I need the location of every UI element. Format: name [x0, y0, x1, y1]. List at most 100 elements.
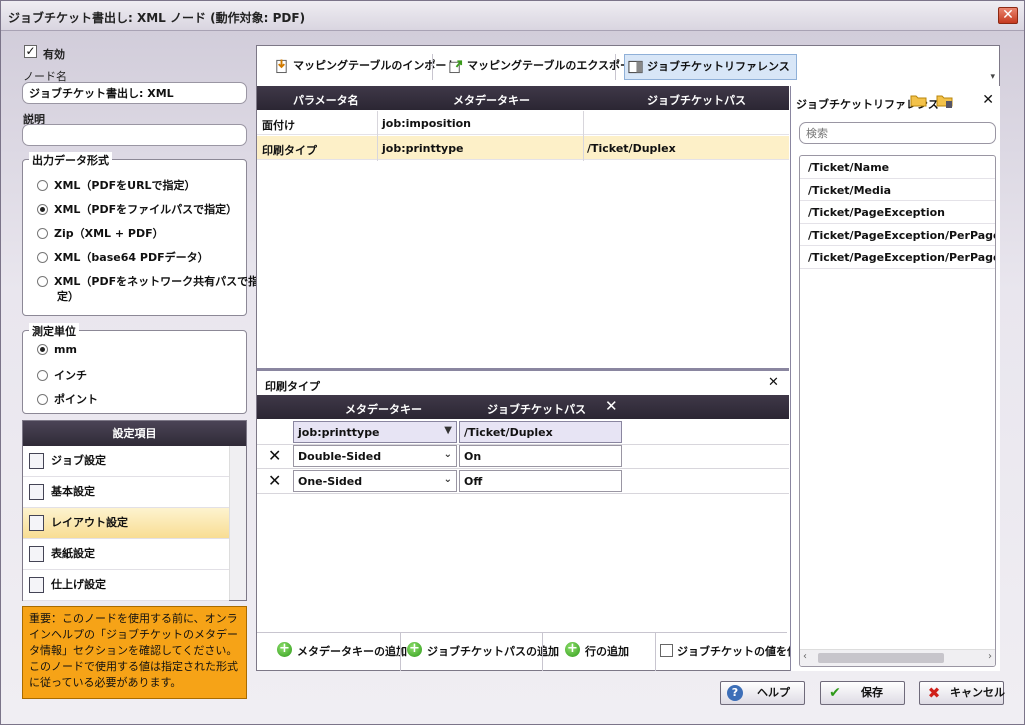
- col-param-name: パラメータ名: [293, 94, 359, 107]
- settings-item-layout[interactable]: レイアウト設定: [23, 508, 229, 539]
- settings-scrollbar[interactable]: [229, 446, 246, 600]
- add-row-button[interactable]: + 行の追加: [565, 642, 629, 659]
- radio-label: XML（base64 PDFデータ）: [54, 251, 209, 264]
- use-ticket-values-checkbox[interactable]: [660, 644, 673, 657]
- field-value: Off: [464, 475, 483, 488]
- row-value-input[interactable]: Off: [459, 470, 622, 492]
- warning-note: 重要：このノードを使用する前に、オンラインヘルプの「ジョブチケットのメタデータ情…: [22, 606, 247, 699]
- field-value: On: [464, 450, 482, 463]
- bar-separator: [400, 633, 401, 671]
- output-format-group: 出力データ形式 XML（PDFをURLで指定） XML（PDFをファイルパスで指…: [22, 152, 259, 316]
- settings-item-finishing[interactable]: 仕上げ設定: [23, 570, 229, 601]
- main-panel: マッピングテーブルのインポート マッピングテーブルのエクスポート ジョブチケット…: [256, 45, 1000, 671]
- settings-header: 設定項目: [23, 421, 246, 446]
- units-title: 測定単位: [29, 323, 79, 339]
- row-key-select[interactable]: Double-Sided ⌄: [293, 445, 457, 467]
- help-icon: ?: [727, 685, 743, 701]
- splitter[interactable]: [257, 368, 789, 371]
- settings-item-job[interactable]: ジョブ設定: [23, 446, 229, 477]
- radio-dot: [37, 344, 48, 355]
- enabled-checkbox[interactable]: ✓: [24, 45, 37, 58]
- close-icon: ✖: [927, 684, 941, 702]
- settings-item-label: 表紙設定: [51, 547, 95, 560]
- radio-dot: [37, 180, 48, 191]
- settings-item-basic[interactable]: 基本設定: [23, 477, 229, 508]
- job-ticket-reference-button[interactable]: ジョブチケットリファレンス: [624, 54, 797, 80]
- button-label: メタデータキーの追加: [297, 645, 407, 658]
- radio-xml-filepath[interactable]: XML（PDFをファイルパスで指定）: [37, 201, 237, 217]
- chevron-down-icon: ⌄: [443, 449, 452, 460]
- scrollbar-thumb[interactable]: [818, 653, 944, 663]
- import-icon: [276, 59, 287, 74]
- list-item[interactable]: /Ticket/PageException/PerPageSetti: [800, 246, 995, 269]
- checkmark-icon: ✔: [829, 685, 841, 701]
- bar-separator: [655, 633, 656, 671]
- reference-search-input[interactable]: [799, 122, 996, 144]
- reference-close-icon[interactable]: ✕: [982, 92, 994, 108]
- mapping-table-header: パラメータ名 メタデータキー ジョブチケットパス: [257, 86, 789, 110]
- list-item[interactable]: /Ticket/Name: [800, 156, 995, 179]
- window-close-button[interactable]: ✕: [998, 7, 1018, 24]
- enabled-label: 有効: [43, 48, 65, 61]
- radio-xml-network[interactable]: XML（PDFをネットワーク共有パスで指: [37, 273, 259, 289]
- radio-unit-mm[interactable]: mm: [37, 343, 77, 356]
- col-metadata-key: メタデータキー: [453, 94, 530, 107]
- chevron-left-icon[interactable]: ‹: [803, 651, 807, 662]
- radio-dot: [37, 204, 48, 215]
- radio-unit-inch[interactable]: インチ: [37, 367, 87, 383]
- settings-item-label: 基本設定: [51, 485, 95, 498]
- radio-label: mm: [54, 343, 77, 356]
- description-input[interactable]: [22, 124, 247, 146]
- delete-row-icon[interactable]: ✕: [268, 448, 281, 464]
- plus-icon: +: [277, 642, 292, 657]
- reference-label: ジョブチケットリファレンス: [647, 60, 790, 73]
- reference-horizontal-scrollbar[interactable]: ‹ ›: [800, 649, 995, 666]
- radio-xml-url[interactable]: XML（PDFをURLで指定）: [37, 177, 196, 193]
- remove-column-icon[interactable]: ✕: [605, 397, 618, 415]
- cover-icon: [29, 546, 44, 562]
- ticket-path-field[interactable]: /Ticket/Duplex: [459, 421, 622, 443]
- radio-label: XML（PDFをURLで指定）: [54, 179, 196, 192]
- settings-item-cover[interactable]: 表紙設定: [23, 539, 229, 570]
- folder-delete-icon[interactable]: [936, 93, 954, 109]
- delete-row-icon[interactable]: ✕: [268, 473, 281, 489]
- add-metadata-key-button[interactable]: + メタデータキーの追加: [277, 642, 407, 659]
- detail-close-icon[interactable]: ✕: [768, 375, 779, 391]
- metadata-key-select[interactable]: job:printtype ▼: [293, 421, 457, 443]
- radio-dot: [37, 228, 48, 239]
- add-ticket-path-button[interactable]: + ジョブチケットパスの追加: [407, 642, 559, 659]
- cell-param: 面付け: [262, 119, 295, 132]
- list-item[interactable]: /Ticket/PageException: [800, 201, 995, 224]
- node-name-input[interactable]: [22, 82, 247, 104]
- layout-icon: [29, 515, 44, 531]
- import-mapping-button[interactable]: マッピングテーブルのインポート: [271, 54, 457, 80]
- output-format-title: 出力データ形式: [29, 152, 112, 168]
- dropdown-arrow-icon: ▼: [444, 425, 452, 436]
- toolbar-overflow-icon[interactable]: ▾: [990, 72, 995, 82]
- settings-item-label: ジョブ設定: [51, 454, 106, 467]
- folder-open-icon[interactable]: [910, 93, 928, 107]
- list-item[interactable]: /Ticket/PageException/PerPageSetti: [800, 224, 995, 246]
- radio-unit-point[interactable]: ポイント: [37, 391, 98, 407]
- help-button[interactable]: ? ヘルプ: [720, 681, 805, 705]
- cancel-button[interactable]: ✖ キャンセル: [919, 681, 1005, 705]
- row-value-input[interactable]: On: [459, 445, 622, 467]
- save-button[interactable]: ✔ 保存: [820, 681, 905, 705]
- chevron-right-icon[interactable]: ›: [988, 651, 992, 662]
- radio-xml-base64[interactable]: XML（base64 PDFデータ）: [37, 249, 209, 265]
- radio-dot: [37, 252, 48, 263]
- button-label: ジョブチケットパスの追加: [427, 645, 559, 658]
- plus-icon: +: [407, 642, 422, 657]
- list-item[interactable]: /Ticket/Media: [800, 179, 995, 201]
- radio-zip[interactable]: Zip（XML + PDF）: [37, 225, 164, 241]
- table-row-selected[interactable]: 印刷タイプ job:printtype /Ticket/Duplex: [257, 136, 789, 160]
- export-mapping-button[interactable]: マッピングテーブルのエクスポート: [445, 54, 642, 80]
- button-label: キャンセル: [950, 686, 1005, 699]
- chevron-down-icon: ⌄: [443, 474, 452, 485]
- button-label: ヘルプ: [757, 686, 790, 699]
- radio-dot: [37, 370, 48, 381]
- detail-title: 印刷タイプ: [265, 380, 320, 393]
- cell-param: 印刷タイプ: [262, 144, 317, 157]
- row-key-select[interactable]: One-Sided ⌄: [293, 470, 457, 492]
- table-row[interactable]: 面付け job:imposition: [257, 111, 789, 135]
